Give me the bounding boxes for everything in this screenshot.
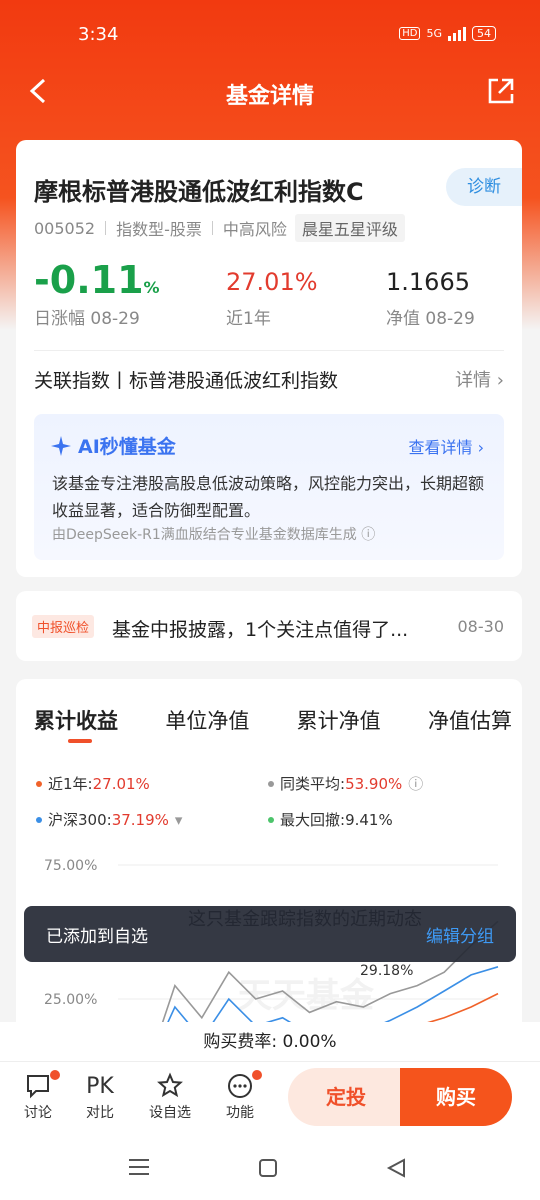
- discuss-button[interactable]: 讨论: [10, 1070, 66, 1122]
- more-icon: [228, 1074, 252, 1098]
- fund-rating: 晨星五星评级: [294, 214, 405, 242]
- info-icon: ⓘ: [361, 527, 376, 543]
- day-change-metric: -0.11% 日涨幅 08-29: [34, 258, 160, 329]
- toast-message: 已添加到自选: [46, 927, 148, 947]
- toast-notification: 已添加到自选 编辑分组: [24, 906, 516, 962]
- y-tick-label: 25.00%: [44, 992, 97, 1008]
- status-icons: HD 5G 54: [399, 26, 496, 41]
- ai-summary-text: 该基金专注港股高股息低波动策略，风控能力突出，长期超额收益显著，适合防御型配置。: [52, 474, 485, 520]
- tab-cumulative-return[interactable]: 累计收益: [34, 705, 118, 743]
- chart-tabs: 累计收益 单位净值 累计净值 净值估算: [34, 705, 512, 743]
- share-icon[interactable]: [486, 76, 516, 106]
- related-detail-link[interactable]: 详情 ›: [455, 366, 504, 392]
- info-icon: ⓘ: [408, 775, 424, 793]
- performance-card: 累计收益 单位净值 累计净值 净值估算 近1年: 27.01% 同类平均: 53.9…: [16, 679, 522, 1039]
- sparkle-icon: [51, 435, 71, 456]
- tab-unit-nav[interactable]: 单位净值: [165, 705, 249, 735]
- news-card[interactable]: 中报巡检 基金中报披露，1个关注点值得了... 08-30: [16, 591, 522, 661]
- ai-summary-panel: AI秒懂基金 查看详情 › 该基金专注港股高股息低波动策略，风控能力突出，长期超…: [34, 414, 504, 560]
- nav-value: 1.1665: [386, 268, 470, 296]
- news-badge: 中报巡检: [32, 615, 95, 638]
- star-icon: [157, 1072, 183, 1098]
- menu-icon[interactable]: [128, 1158, 150, 1176]
- tab-nav-estimate[interactable]: 净值估算: [428, 705, 512, 735]
- fund-risk: 中高风险: [222, 220, 287, 239]
- system-nav-bar: [0, 1134, 540, 1200]
- day-change-label: 日涨幅 08-29: [34, 309, 140, 329]
- function-button[interactable]: 功能: [212, 1070, 268, 1122]
- drawdown-dot-icon: [268, 816, 274, 823]
- fixed-investment-button[interactable]: 定投: [288, 1068, 404, 1126]
- y-tick-label: 75.00%: [44, 858, 97, 874]
- fund-tags: 005052 指数型-股票 中高风险 晨星五星评级: [34, 214, 405, 242]
- notification-dot: [252, 1070, 262, 1080]
- news-date: 08-30: [457, 617, 505, 636]
- legend-hs300[interactable]: 沪深300: 37.19% ▾: [36, 809, 182, 830]
- edit-group-link[interactable]: 编辑分组: [426, 922, 494, 947]
- ai-source-note: 由DeepSeek-R1满血版结合专业基金数据库生成 ⓘ: [52, 527, 376, 543]
- nav-label: 净值 08-29: [386, 309, 475, 329]
- related-index-row[interactable]: 关联指数丨标普港股通低波红利指数 详情 ›: [34, 366, 504, 393]
- purchase-fee: 购买费率: 0.00%: [0, 1022, 540, 1062]
- ai-title: AI秒懂基金: [50, 432, 176, 459]
- fund-name: 摩根标普港股通低波红利指数C: [34, 178, 364, 206]
- chevron-right-icon: ›: [496, 370, 504, 391]
- hd-icon: HD: [399, 27, 421, 40]
- fund-info-card: 摩根标普港股通低波红利指数C 诊断 005052 指数型-股票 中高风险 晨星五…: [16, 140, 522, 577]
- pk-icon: PK: [86, 1073, 114, 1099]
- fund-code: 005052: [34, 218, 96, 238]
- notification-dot: [50, 1070, 60, 1080]
- caret-down-icon: ▾: [174, 810, 183, 829]
- battery-icon: 54: [472, 26, 496, 41]
- diagnose-button[interactable]: 诊断: [446, 168, 522, 206]
- year-return-metric: 27.01% 近1年: [226, 268, 318, 329]
- home-icon[interactable]: [258, 1158, 278, 1178]
- buy-button[interactable]: 购买: [400, 1068, 512, 1126]
- status-time: 3:34: [78, 24, 119, 45]
- peer-dot-icon: [268, 780, 274, 787]
- nav-metric: 1.1665 净值 08-29: [386, 268, 475, 329]
- chat-icon: [27, 1075, 49, 1099]
- bottom-bar: 讨论 PK 对比 设自选 功能 定投 购买: [0, 1062, 540, 1134]
- compare-button[interactable]: PK 对比: [72, 1070, 128, 1122]
- status-bar: 3:34 HD 5G 54: [0, 0, 540, 70]
- day-change-value: -0.11: [34, 258, 144, 302]
- year-return-label: 近1年: [226, 309, 271, 329]
- network-label: 5G: [426, 27, 442, 40]
- page-title: 基金详情: [225, 84, 314, 109]
- legend-drawdown: 最大回撤: 9.41%: [268, 809, 393, 830]
- ai-more-link[interactable]: 查看详情 ›: [409, 434, 485, 458]
- nav-bar: 基金详情: [0, 70, 540, 116]
- chart-annotation: 29.18%: [360, 963, 413, 979]
- fund-type: 指数型-股票: [116, 220, 202, 239]
- legend-peer: 同类平均: 53.90% ⓘ: [268, 773, 423, 794]
- signal-icon: [448, 26, 466, 41]
- related-index-label: 关联指数丨标普港股通低波红利指数: [34, 370, 339, 392]
- hs300-dot-icon: [36, 816, 42, 823]
- watchlist-button[interactable]: 设自选: [142, 1070, 198, 1122]
- legend-fund: 近1年: 27.01%: [36, 773, 150, 794]
- year-return-value: 27.01%: [226, 268, 318, 296]
- tab-cumulative-nav[interactable]: 累计净值: [297, 705, 381, 735]
- fund-dot-icon: [36, 780, 42, 787]
- news-title[interactable]: 基金中报披露，1个关注点值得了...: [112, 615, 408, 642]
- back-nav-icon[interactable]: [386, 1158, 406, 1178]
